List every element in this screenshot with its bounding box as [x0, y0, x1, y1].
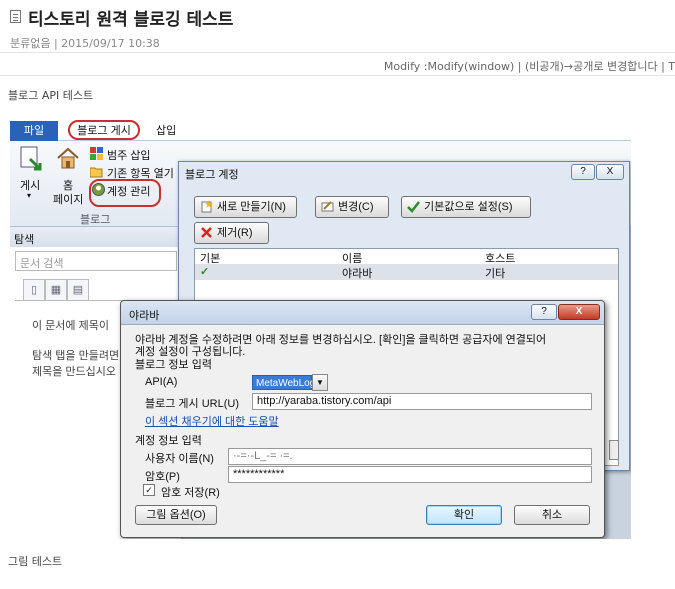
post-meta: 분류없음 | 2015/09/17 10:38 — [10, 37, 160, 50]
dialog-title: 블로그 계정 — [185, 169, 239, 181]
post-image-screenshot: 파일 블로그 게시 삽입 게시 ▾ 홈 페이지 범주 삽입 기존 항목 열기 계… — [10, 117, 631, 539]
ribbon-group-label: 블로그 — [80, 214, 111, 226]
account-host: 기타 — [485, 268, 506, 280]
post-document-icon — [10, 10, 21, 23]
password-input[interactable]: ************ — [228, 466, 592, 483]
post-body-text: 그림 테스트 — [8, 555, 63, 568]
nav-message: 이 문서에 제목이 — [32, 320, 109, 332]
checkmark-icon — [407, 201, 420, 213]
ribbon-tab-bar: 파일 블로그 게시 삽입 — [10, 117, 631, 141]
publish-icon — [20, 146, 42, 171]
help-button[interactable]: ? — [571, 164, 595, 180]
post-title[interactable]: 티스토리 원격 블로깅 테스트 — [28, 5, 233, 30]
blog-info-section-label: 블로그 정보 입력 — [135, 359, 212, 371]
dialog-titlebar: 야라바 ? X — [121, 301, 604, 325]
results-view-icon[interactable]: ▤ — [67, 279, 89, 301]
remember-password-label: 암호 저장(R) — [161, 487, 220, 499]
account-edit-dialog: 야라바 ? X 야라바 계정을 수정하려면 아래 정보를 변경하십시오. [확인… — [120, 300, 605, 538]
help-button[interactable]: ? — [531, 304, 557, 320]
nav-view-tabs: ▯ ▦ ▤ — [15, 279, 177, 301]
new-account-label: 새로 만들기(N) — [217, 201, 286, 213]
tab-blog-post[interactable]: 블로그 게시 — [68, 120, 140, 140]
username-input[interactable]: ·-=·-L_-= ·=. — [228, 448, 592, 465]
dialog-title: 야라바 — [129, 310, 160, 322]
modify-links[interactable]: Modify :Modify(window) | (비공개)→공개로 변경합니다… — [384, 58, 675, 74]
divider — [0, 75, 675, 76]
blog-url-label: 블로그 게시 URL(U) — [145, 398, 239, 410]
ok-button[interactable]: 확인 — [426, 505, 502, 525]
new-star-icon — [201, 200, 213, 213]
insert-category-button[interactable]: 범주 삽입 — [107, 147, 151, 163]
chevron-down-icon[interactable]: ▼ — [312, 374, 328, 391]
blog-url-input[interactable]: http://yaraba.tistory.com/api — [252, 393, 592, 410]
document-search-input[interactable]: 문서 검색 — [15, 251, 177, 271]
nav-message: 제목을 만드십시오 — [32, 366, 117, 378]
set-default-button[interactable]: 기본값으로 설정(S) — [401, 196, 531, 218]
divider — [0, 52, 675, 53]
remove-icon — [201, 227, 212, 238]
cancel-button[interactable]: 취소 — [514, 505, 590, 525]
api-select[interactable]: MetaWebLog — [252, 375, 315, 390]
account-row[interactable]: ✓ 야라바 기타 — [195, 264, 618, 280]
category-icon — [90, 147, 103, 160]
edit-icon — [321, 201, 334, 212]
close-button[interactable]: X — [596, 164, 624, 180]
post-body-text: 블로그 API 테스트 — [8, 89, 94, 102]
headings-view-icon[interactable]: ▯ — [23, 279, 45, 301]
change-account-button[interactable]: 변경(C) — [315, 196, 389, 218]
account-name: 야라바 — [342, 268, 373, 280]
set-default-label: 기본값으로 설정(S) — [424, 201, 513, 213]
nav-message: 탐색 탭을 만들려면 — [32, 350, 120, 362]
password-label: 암호(P) — [145, 471, 180, 483]
account-info-section-label: 계정 정보 입력 — [135, 435, 202, 447]
highlight-circle — [89, 179, 161, 207]
api-label: API(A) — [145, 376, 178, 388]
username-label: 사용자 이름(N) — [145, 453, 214, 465]
folder-open-icon — [90, 167, 103, 178]
nav-pane-header: 탐색 — [10, 227, 182, 247]
picture-options-button[interactable]: 그림 옵션(O) — [135, 505, 217, 525]
accounts-ok-button-partial[interactable] — [609, 440, 619, 460]
tab-file[interactable]: 파일 — [10, 121, 58, 141]
new-account-button[interactable]: 새로 만들기(N) — [194, 196, 297, 218]
close-button[interactable]: X — [558, 304, 600, 320]
remember-password-checkbox[interactable]: ✓ — [143, 484, 155, 496]
help-link[interactable]: 이 섹션 채우기에 대한 도움말 — [145, 413, 279, 429]
remove-account-label: 제거(R) — [217, 227, 253, 239]
remove-account-button[interactable]: 제거(R) — [194, 222, 269, 244]
home-icon — [57, 147, 79, 169]
tab-insert[interactable]: 삽입 — [156, 122, 176, 138]
home-page-label-2[interactable]: 페이지 — [53, 191, 83, 207]
default-check-icon: ✓ — [200, 266, 210, 278]
chevron-down-icon[interactable]: ▾ — [27, 191, 31, 200]
change-account-label: 변경(C) — [338, 201, 374, 213]
pages-view-icon[interactable]: ▦ — [45, 279, 67, 301]
